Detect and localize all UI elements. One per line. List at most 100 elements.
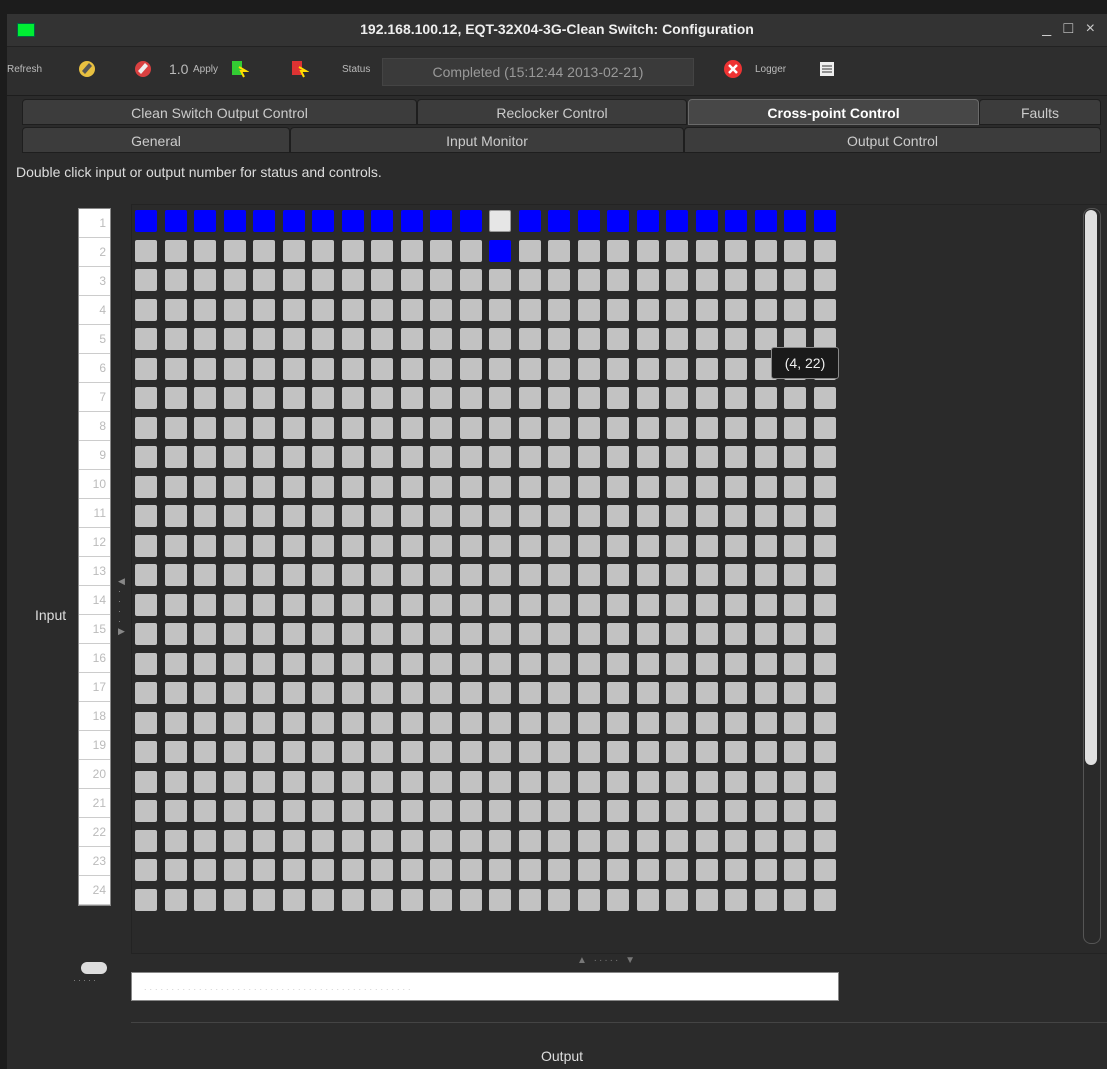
crosspoint-cell[interactable] — [460, 358, 482, 380]
crosspoint-cell[interactable] — [312, 859, 334, 881]
crosspoint-cell[interactable] — [430, 889, 452, 911]
crosspoint-cell[interactable] — [371, 328, 393, 350]
window-controls[interactable]: _ □ × — [1042, 20, 1099, 38]
crosspoint-cell[interactable] — [312, 328, 334, 350]
crosspoint-cell[interactable] — [784, 387, 806, 409]
input-row-number[interactable]: 9 — [79, 441, 110, 470]
crosspoint-cell[interactable] — [224, 712, 246, 734]
crosspoint-cell[interactable] — [548, 682, 570, 704]
crosspoint-cell[interactable] — [696, 682, 718, 704]
input-row-number[interactable]: 24 — [79, 876, 110, 905]
crosspoint-cell[interactable] — [607, 594, 629, 616]
crosspoint-cell[interactable] — [755, 210, 777, 232]
crosspoint-cell[interactable] — [548, 505, 570, 527]
crosspoint-cell[interactable] — [342, 446, 364, 468]
crosspoint-cell[interactable] — [194, 859, 216, 881]
crosspoint-cell[interactable] — [519, 682, 541, 704]
crosspoint-cell[interactable] — [607, 712, 629, 734]
crosspoint-cell[interactable] — [578, 623, 600, 645]
crosspoint-cell[interactable] — [194, 653, 216, 675]
crosspoint-cell[interactable] — [489, 682, 511, 704]
input-row-number[interactable]: 20 — [79, 760, 110, 789]
crosspoint-cell[interactable] — [548, 535, 570, 557]
crosspoint-cell[interactable] — [489, 328, 511, 350]
logger-icon[interactable] — [817, 59, 837, 79]
crosspoint-cell[interactable] — [460, 505, 482, 527]
crosspoint-cell[interactable] — [430, 387, 452, 409]
crosspoint-cell[interactable] — [548, 269, 570, 291]
crosspoint-cell[interactable] — [371, 889, 393, 911]
crosspoint-cell[interactable] — [460, 387, 482, 409]
crosspoint-cell[interactable] — [637, 358, 659, 380]
crosspoint-cell[interactable] — [283, 328, 305, 350]
crosspoint-cell[interactable] — [725, 594, 747, 616]
crosspoint-cell[interactable] — [607, 269, 629, 291]
crosspoint-cell[interactable] — [342, 830, 364, 852]
crosspoint-cell[interactable] — [578, 358, 600, 380]
crosspoint-cell[interactable] — [135, 564, 157, 586]
crosspoint-cell[interactable] — [696, 476, 718, 498]
crosspoint-cell[interactable] — [814, 830, 836, 852]
crosspoint-cell[interactable] — [371, 299, 393, 321]
crosspoint-cell[interactable] — [578, 299, 600, 321]
crosspoint-cell[interactable] — [548, 741, 570, 763]
crosspoint-cell[interactable] — [342, 712, 364, 734]
crosspoint-cell[interactable] — [548, 800, 570, 822]
crosspoint-cell[interactable] — [696, 623, 718, 645]
crosspoint-cell[interactable] — [371, 712, 393, 734]
crosspoint-cell[interactable] — [194, 328, 216, 350]
crosspoint-cell[interactable] — [814, 771, 836, 793]
crosspoint-cell[interactable] — [578, 859, 600, 881]
crosspoint-cell[interactable] — [725, 240, 747, 262]
crosspoint-cell[interactable] — [401, 889, 423, 911]
crosspoint-cell[interactable] — [489, 771, 511, 793]
crosspoint-cell[interactable] — [312, 889, 334, 911]
crosspoint-cell[interactable] — [135, 594, 157, 616]
crosspoint-cell[interactable] — [194, 446, 216, 468]
horizontal-scroll-thumb[interactable] — [81, 962, 107, 974]
crosspoint-cell[interactable] — [460, 889, 482, 911]
crosspoint-cell[interactable] — [607, 889, 629, 911]
crosspoint-cell[interactable] — [194, 476, 216, 498]
crosspoint-cell[interactable] — [784, 446, 806, 468]
crosspoint-cell[interactable] — [607, 800, 629, 822]
crosspoint-cell[interactable] — [696, 889, 718, 911]
crosspoint-cell[interactable] — [165, 358, 187, 380]
crosspoint-cell[interactable] — [548, 623, 570, 645]
input-row-number[interactable]: 4 — [79, 296, 110, 325]
crosspoint-cell[interactable] — [312, 417, 334, 439]
crosspoint-cell[interactable] — [519, 446, 541, 468]
crosspoint-cell[interactable] — [165, 889, 187, 911]
input-row-number[interactable]: 1 — [79, 209, 110, 238]
crosspoint-cell[interactable] — [725, 830, 747, 852]
crosspoint-cell[interactable] — [401, 771, 423, 793]
crosspoint-cell[interactable] — [194, 269, 216, 291]
crosspoint-cell[interactable] — [725, 623, 747, 645]
crosspoint-cell[interactable] — [342, 594, 364, 616]
tab-output-control[interactable]: Output Control — [684, 127, 1101, 153]
crosspoint-cell[interactable] — [165, 299, 187, 321]
crosspoint-cell[interactable] — [430, 830, 452, 852]
crosspoint-cell[interactable] — [725, 771, 747, 793]
crosspoint-cell[interactable] — [696, 328, 718, 350]
crosspoint-cell[interactable] — [371, 358, 393, 380]
crosspoint-cell[interactable] — [342, 358, 364, 380]
crosspoint-cell[interactable] — [253, 299, 275, 321]
crosspoint-cell[interactable] — [224, 800, 246, 822]
crosspoint-cell[interactable] — [283, 417, 305, 439]
crosspoint-cell[interactable] — [371, 387, 393, 409]
crosspoint-cell[interactable] — [253, 800, 275, 822]
crosspoint-cell[interactable] — [725, 535, 747, 557]
crosspoint-cell[interactable] — [371, 653, 393, 675]
crosspoint-cell[interactable] — [165, 210, 187, 232]
crosspoint-cell[interactable] — [283, 830, 305, 852]
crosspoint-cell[interactable] — [725, 417, 747, 439]
crosspoint-cell[interactable] — [666, 623, 688, 645]
crosspoint-cell[interactable] — [578, 712, 600, 734]
crosspoint-cell[interactable] — [725, 712, 747, 734]
crosspoint-cell[interactable] — [253, 417, 275, 439]
crosspoint-cell[interactable] — [548, 564, 570, 586]
crosspoint-cell[interactable] — [489, 417, 511, 439]
crosspoint-cell[interactable] — [489, 623, 511, 645]
crosspoint-cell[interactable] — [135, 800, 157, 822]
